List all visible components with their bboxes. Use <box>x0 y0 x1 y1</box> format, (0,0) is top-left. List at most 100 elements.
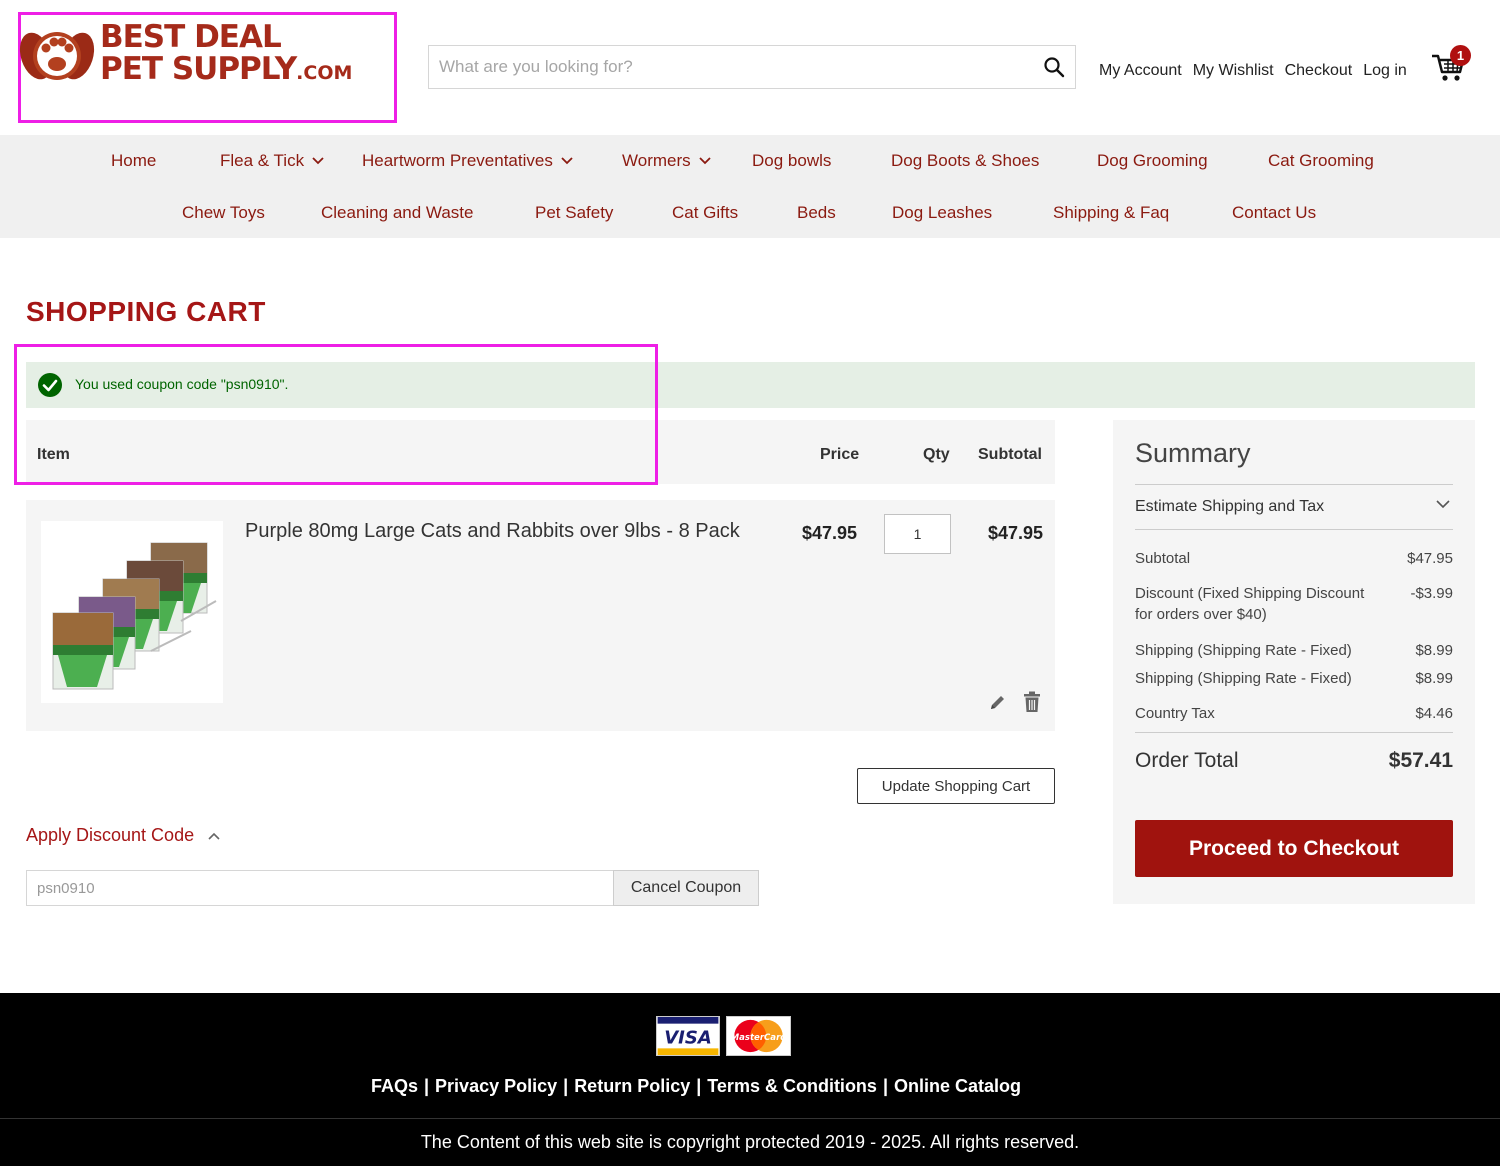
apply-discount-label: Apply Discount Code <box>26 825 195 845</box>
footer-link-faqs[interactable]: FAQs <box>371 1076 418 1096</box>
summary-value: -$3.99 <box>1410 585 1453 602</box>
log-in-link[interactable]: Log in <box>1363 62 1407 82</box>
summary-value: $47.95 <box>1407 550 1453 567</box>
site-logo[interactable]: BEST DEAL PET SUPPLY.COM <box>18 18 352 88</box>
page-title: SHOPPING CART <box>26 296 266 327</box>
divider <box>1135 484 1453 485</box>
nav-item-contact-us[interactable]: Contact Us <box>1232 203 1316 223</box>
footer-link-return-policy[interactable]: Return Policy <box>574 1076 690 1096</box>
nav-label: Home <box>111 151 157 170</box>
nav-item-shipping-faq[interactable]: Shipping & Faq <box>1053 203 1169 223</box>
summary-label: Subtotal <box>1135 550 1191 567</box>
nav-item-flea-tick[interactable]: Flea & Tick <box>220 151 324 171</box>
summary-value: $8.99 <box>1415 670 1453 687</box>
nav-item-dog-boots-shoes[interactable]: Dog Boots & Shoes <box>891 151 1039 171</box>
footer-divider <box>0 1118 1500 1119</box>
footer-link-privacy-policy[interactable]: Privacy Policy <box>435 1076 557 1096</box>
col-qty: Qty <box>923 446 950 463</box>
paw-dog-logo-icon <box>19 32 95 80</box>
nav-label: Heartworm Preventatives <box>362 151 553 170</box>
summary-label: Shipping (Shipping Rate - Fixed) <box>1135 670 1352 687</box>
visa-card-icon: VISA <box>656 1016 720 1056</box>
separator: | <box>424 1076 430 1096</box>
product-boxes-image <box>52 542 217 690</box>
cart-item-row: Purple 80mg Large Cats and Rabbits over … <box>26 500 1055 731</box>
apply-discount-toggle[interactable]: Apply Discount Code <box>26 825 220 846</box>
chevron-down-icon <box>312 157 324 165</box>
product-price: $47.95 <box>802 523 858 543</box>
nav-label: Dog Leashes <box>892 203 993 222</box>
estimate-shipping-toggle[interactable]: Estimate Shipping and Tax <box>1135 498 1324 516</box>
nav-label: Flea & Tick <box>220 151 305 170</box>
nav-label: Shipping & Faq <box>1053 203 1170 222</box>
my-wishlist-link[interactable]: My Wishlist <box>1193 62 1274 82</box>
footer-links: FAQs | Privacy Policy | Return Policy | Terms … <box>0 1076 1392 1097</box>
nav-item-wormers[interactable]: Wormers <box>622 151 711 171</box>
summary-value: $8.99 <box>1415 642 1453 659</box>
summary-title: Summary <box>1135 438 1251 468</box>
nav-label: Cleaning and Waste <box>321 203 474 222</box>
cart-count-badge: 1 <box>1450 45 1471 66</box>
nav-label: Dog Grooming <box>1097 151 1208 170</box>
order-total: Order Total $57.41 <box>1135 749 1453 773</box>
nav-item-cleaning-waste[interactable]: Cleaning and Waste <box>321 203 473 223</box>
nav-item-pet-safety[interactable]: Pet Safety <box>535 203 613 223</box>
col-price: Price <box>820 446 860 463</box>
nav-item-heartworm-preventatives[interactable]: Heartworm Preventatives <box>362 151 573 171</box>
footer-link-terms-conditions[interactable]: Terms & Conditions <box>707 1076 877 1096</box>
summary-label: Discount (Fixed Shipping Discount for or… <box>1135 585 1365 623</box>
trash-icon[interactable] <box>1023 691 1041 713</box>
nav-item-dog-bowls[interactable]: Dog bowls <box>752 151 831 171</box>
site-header: BEST DEAL PET SUPPLY.COM My Account My W… <box>0 0 1500 135</box>
product-subtotal: $47.95 <box>988 523 1044 543</box>
svg-text:VISA: VISA <box>664 1028 712 1049</box>
chevron-up-icon <box>208 832 220 840</box>
logo-suffix: .COM <box>296 62 353 84</box>
highlight-box <box>14 344 658 485</box>
nav-label: Pet Safety <box>535 203 614 222</box>
nav-item-dog-leashes[interactable]: Dog Leashes <box>892 203 992 223</box>
my-account-link[interactable]: My Account <box>1099 62 1182 82</box>
summary-label: Country Tax <box>1135 705 1215 722</box>
nav-item-cat-grooming[interactable]: Cat Grooming <box>1268 151 1374 171</box>
nav-item-dog-grooming[interactable]: Dog Grooming <box>1097 151 1208 171</box>
update-shopping-cart-button[interactable]: Update Shopping Cart <box>857 768 1055 804</box>
nav-label: Dog Boots & Shoes <box>891 151 1040 170</box>
nav-item-home[interactable]: Home <box>111 151 156 171</box>
separator: | <box>696 1076 702 1096</box>
nav-label: Chew Toys <box>182 203 265 222</box>
product-image[interactable] <box>41 521 223 703</box>
copyright-text: The Content of this web site is copyrigh… <box>420 1132 1080 1152</box>
search-input[interactable] <box>429 46 1029 88</box>
chevron-down-icon[interactable] <box>1436 500 1450 509</box>
quantity-input[interactable]: 1 <box>884 514 951 554</box>
main-navigation: Home Flea & Tick Heartworm Preventatives… <box>0 135 1500 238</box>
account-links: My Account My Wishlist Checkout Log in <box>1099 62 1407 82</box>
summary-value: $4.46 <box>1415 705 1453 722</box>
nav-label: Cat Gifts <box>672 203 739 222</box>
search-icon[interactable] <box>1043 56 1065 78</box>
proceed-to-checkout-button[interactable]: Proceed to Checkout <box>1135 820 1453 877</box>
nav-item-beds[interactable]: Beds <box>797 203 836 223</box>
col-subtotal: Subtotal <box>978 446 1042 463</box>
nav-label: Dog bowls <box>752 151 832 170</box>
footer-link-online-catalog[interactable]: Online Catalog <box>894 1076 1021 1096</box>
nav-item-cat-gifts[interactable]: Cat Gifts <box>672 203 738 223</box>
product-name-link[interactable]: Purple 80mg Large Cats and Rabbits over … <box>245 520 740 543</box>
order-summary: Summary Estimate Shipping and Tax Subtot… <box>1113 420 1475 904</box>
separator: | <box>563 1076 569 1096</box>
cancel-coupon-button[interactable]: Cancel Coupon <box>613 870 759 906</box>
logo-line1: BEST DEAL <box>100 19 282 55</box>
checkout-link[interactable]: Checkout <box>1285 62 1353 82</box>
svg-text:MasterCard: MasterCard <box>731 1033 788 1043</box>
summary-label: Shipping (Shipping Rate - Fixed) <box>1135 642 1352 659</box>
coupon-code-input[interactable] <box>26 870 614 906</box>
separator: | <box>882 1076 888 1096</box>
nav-label: Contact Us <box>1232 203 1317 222</box>
nav-label: Cat Grooming <box>1268 151 1374 170</box>
site-footer: VISA MasterCard FAQs | Privacy Policy | Retu… <box>0 993 1500 1166</box>
chevron-down-icon <box>561 157 573 165</box>
divider <box>1135 732 1453 733</box>
pencil-edit-icon[interactable] <box>988 692 1008 712</box>
nav-item-chew-toys[interactable]: Chew Toys <box>182 203 265 223</box>
